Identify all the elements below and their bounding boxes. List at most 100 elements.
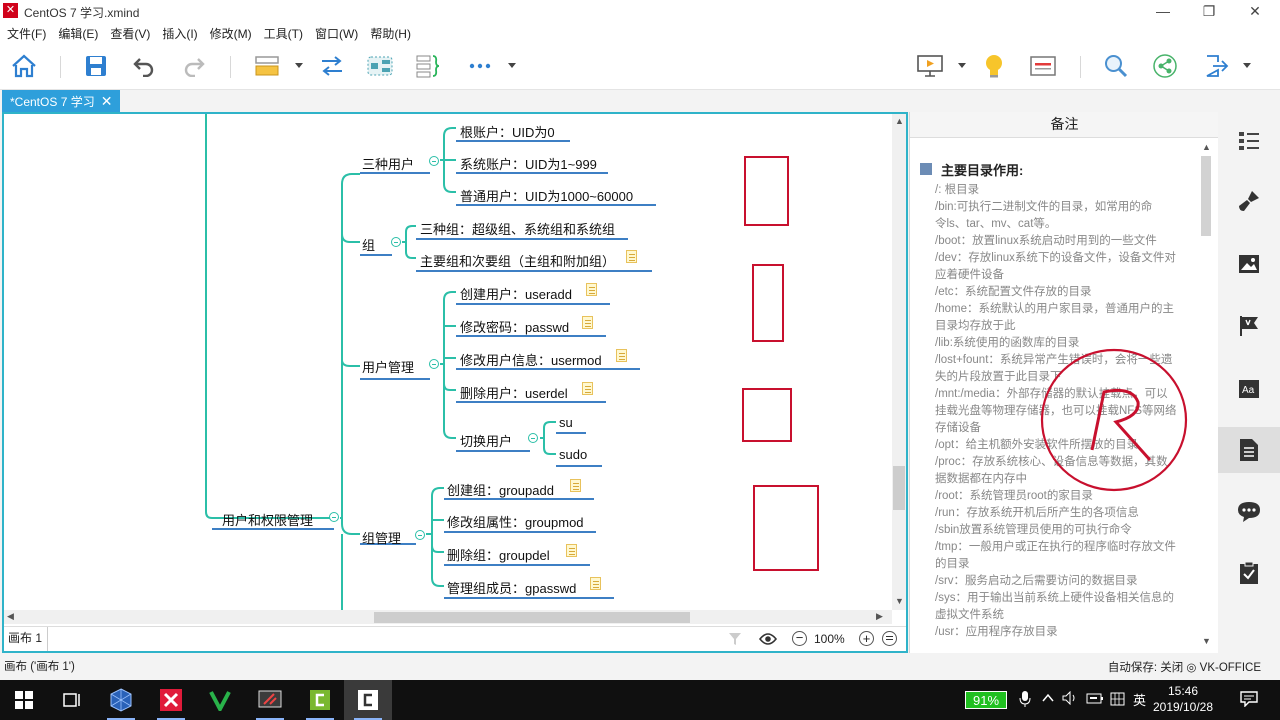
undo-icon[interactable]: [130, 52, 158, 80]
note-icon[interactable]: [582, 382, 593, 395]
collapse-toggle-icon[interactable]: [415, 530, 425, 540]
xmind-taskbar-icon[interactable]: [147, 680, 195, 720]
collapse-toggle-icon[interactable]: [391, 237, 401, 247]
horizontal-scroll-thumb[interactable]: [374, 612, 690, 623]
menu-modify[interactable]: 修改(M): [203, 22, 257, 42]
menu-edit[interactable]: 编辑(E): [51, 22, 103, 42]
format-brush-icon[interactable]: [1218, 178, 1280, 224]
text-style-icon[interactable]: Aa: [1218, 366, 1280, 412]
idea-icon[interactable]: [980, 52, 1008, 80]
theme-icon[interactable]: [1029, 52, 1057, 80]
fit-view-icon[interactable]: [882, 631, 897, 646]
topic-user-management[interactable]: 用户管理: [362, 357, 414, 376]
note-icon[interactable]: [586, 283, 597, 296]
ime-mode-icon[interactable]: [1110, 691, 1126, 710]
menu-tools[interactable]: 工具(T): [257, 22, 308, 42]
volume-icon[interactable]: [1062, 690, 1078, 708]
export-dropdown-icon[interactable]: [1243, 63, 1251, 68]
minimize-button[interactable]: —: [1140, 1, 1186, 21]
menu-view[interactable]: 查看(V): [103, 22, 155, 42]
outline-icon[interactable]: [1218, 118, 1280, 164]
vertical-scroll-thumb[interactable]: [893, 466, 905, 510]
menu-insert[interactable]: 插入(I): [155, 22, 202, 42]
task-icon[interactable]: [1218, 550, 1280, 596]
canvas-vertical-scrollbar[interactable]: ▲ ▼: [892, 114, 906, 610]
canvas-horizontal-scrollbar[interactable]: ◀ ▶: [4, 610, 892, 624]
topic-sudo[interactable]: sudo: [559, 447, 587, 462]
terminal-app-icon[interactable]: [296, 680, 344, 720]
topic-primary-secondary-group[interactable]: 主要组和次要组（主组和附加组）: [420, 251, 615, 270]
menu-help[interactable]: 帮助(H): [363, 22, 416, 42]
system-clock[interactable]: 15:46 2019/10/28: [1145, 683, 1221, 715]
zoom-level[interactable]: 100%: [814, 632, 845, 646]
redo-icon[interactable]: [180, 52, 208, 80]
power-plug-icon[interactable]: [1086, 691, 1104, 708]
topic-normal-user[interactable]: 普通用户：UID为1000~60000: [460, 186, 633, 205]
topic-three-group-types[interactable]: 三种组：超级组、系统组和系统组: [420, 219, 615, 238]
notification-center-icon[interactable]: [1240, 691, 1258, 710]
collapse-toggle-icon[interactable]: [429, 359, 439, 369]
note-icon[interactable]: [582, 316, 593, 329]
search-icon[interactable]: [1102, 52, 1130, 80]
mindmap-canvas[interactable]: 用户和权限管理 三种用户 根账户：UID为0 系统账户：UID为1~999 普通…: [4, 114, 906, 610]
menu-window[interactable]: 窗口(W): [308, 22, 363, 42]
home-icon[interactable]: [10, 52, 38, 80]
topic-useradd[interactable]: 创建用户：useradd: [460, 284, 572, 303]
topic-groupadd[interactable]: 创建组：groupadd: [447, 480, 554, 499]
boundary-icon[interactable]: [366, 52, 394, 80]
close-button[interactable]: ✕: [1232, 1, 1278, 21]
terminal-app-active-icon[interactable]: [344, 680, 392, 720]
filter-icon[interactable]: [728, 632, 742, 649]
zoom-in-button[interactable]: +: [859, 631, 874, 646]
topic-three-user-types[interactable]: 三种用户: [362, 154, 414, 173]
topic-userdel[interactable]: 删除用户：userdel: [460, 383, 568, 402]
topic-usermod[interactable]: 修改用户信息：usermod: [460, 350, 602, 369]
marker-flag-icon[interactable]: [1218, 303, 1280, 349]
snipping-tool-icon[interactable]: [246, 680, 294, 720]
topic-passwd[interactable]: 修改密码：passwd: [460, 317, 569, 336]
topic-group[interactable]: 组: [362, 235, 375, 254]
presentation-icon[interactable]: [916, 52, 944, 80]
topic-group-management[interactable]: 组管理: [362, 528, 401, 547]
topic-system-account[interactable]: 系统账户：UID为1~999: [460, 154, 597, 173]
topic-switch-user[interactable]: 切换用户: [460, 431, 512, 450]
topic-groupmod[interactable]: 修改组属性：groupmod: [447, 512, 584, 531]
notes-scrollbar[interactable]: ▲ ▼: [1198, 138, 1214, 653]
note-icon[interactable]: [616, 349, 627, 362]
note-icon[interactable]: [590, 577, 601, 590]
note-icon[interactable]: [570, 479, 581, 492]
central-topic[interactable]: 用户和权限管理: [222, 510, 313, 529]
comments-icon[interactable]: [1218, 489, 1280, 535]
tab-centos-study[interactable]: *CentOS 7 学习 ✕: [2, 90, 121, 112]
menu-file[interactable]: 文件(F): [0, 22, 51, 42]
collapse-toggle-icon[interactable]: [528, 433, 538, 443]
notes-scroll-thumb[interactable]: [1201, 156, 1211, 236]
sheet-tab[interactable]: 画布 1: [4, 627, 48, 651]
image-icon[interactable]: [1218, 241, 1280, 287]
note-icon[interactable]: [566, 544, 577, 557]
microphone-icon[interactable]: [1019, 691, 1031, 710]
tab-close-icon[interactable]: ✕: [101, 93, 113, 109]
topic-groupdel[interactable]: 删除组：groupdel: [447, 545, 550, 564]
export-icon[interactable]: [1202, 52, 1230, 80]
start-windows-icon[interactable]: [0, 680, 48, 720]
summary-icon[interactable]: [414, 52, 442, 80]
battery-indicator[interactable]: 91%: [965, 691, 1007, 709]
collapse-toggle-icon[interactable]: [429, 156, 439, 166]
more-dropdown-icon[interactable]: [508, 63, 516, 68]
more-icon[interactable]: [466, 52, 494, 80]
topic-dropdown-icon[interactable]: [295, 63, 303, 68]
eye-icon[interactable]: [758, 632, 778, 649]
zoom-out-button[interactable]: −: [792, 631, 807, 646]
topic-su[interactable]: su: [559, 415, 573, 430]
topic-icon[interactable]: [253, 52, 281, 80]
show-hidden-icons-icon[interactable]: [1041, 691, 1055, 708]
note-icon[interactable]: [626, 250, 637, 263]
presentation-dropdown-icon[interactable]: [958, 63, 966, 68]
collapse-toggle-icon[interactable]: [329, 512, 339, 522]
relationship-icon[interactable]: [318, 52, 346, 80]
virtualbox-icon[interactable]: [97, 680, 145, 720]
topic-root-account[interactable]: 根账户：UID为0: [460, 122, 555, 141]
topic-gpasswd[interactable]: 管理组成员：gpasswd: [447, 578, 576, 597]
share-icon[interactable]: [1151, 52, 1179, 80]
